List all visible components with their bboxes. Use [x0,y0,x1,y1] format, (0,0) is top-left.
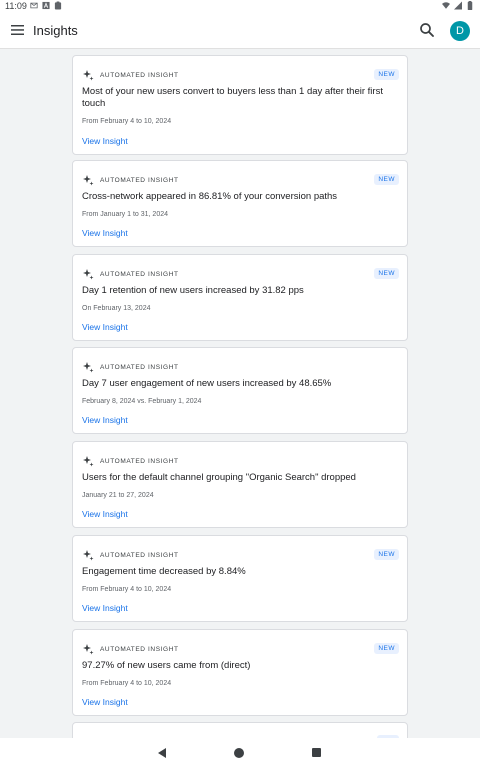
insight-title: Day 7 user engagement of new users incre… [82,378,332,389]
insight-card[interactable]: AUTOMATED INSIGHT NEW Day 1 retention of… [72,254,408,341]
insights-list[interactable]: AUTOMATED INSIGHT NEW Most of your new u… [0,49,480,738]
new-badge: NEW [374,643,399,654]
card-label: AUTOMATED INSIGHT [100,457,179,465]
new-badge: NEW [374,549,399,560]
card-label: AUTOMATED INSIGHT [100,270,179,278]
system-nav-bar [0,738,480,768]
view-insight-link[interactable]: View Insight [82,322,128,332]
card-label: AUTOMATED INSIGHT [100,551,179,559]
insight-date: From February 4 to 10, 2024 [82,586,172,593]
sparkle-icon [83,456,94,467]
insight-card[interactable]: AUTOMATED INSIGHT NEW Most of your new u… [72,55,408,155]
insight-card[interactable]: AUTOMATED INSIGHT NEW Cross-network appe… [72,160,408,247]
insight-date: On February 13, 2024 [82,305,151,312]
view-insight-link[interactable]: View Insight [82,415,128,425]
sparkle-icon [83,362,94,373]
insight-date: From February 4 to 10, 2024 [82,680,172,687]
signal-icon [454,1,462,10]
recents-icon[interactable] [312,748,321,757]
card-header: AUTOMATED INSIGHT [82,643,179,655]
status-time: 11:09 [5,1,27,11]
insight-title: Users for the default channel grouping "… [82,472,356,483]
card-label: AUTOMATED INSIGHT [100,363,179,371]
insight-card[interactable]: AUTOMATED INSIGHT NEW 97.27% of new user… [72,629,408,716]
hamburger-icon [10,25,24,35]
insight-date: From January 1 to 31, 2024 [82,211,168,218]
insight-title: Engagement time decreased by 8.84% [82,566,246,577]
search-icon[interactable] [418,21,436,39]
back-icon[interactable] [156,747,168,759]
new-badge: NEW [374,69,399,80]
sparkle-icon [83,550,94,561]
view-insight-link[interactable]: View Insight [82,228,128,238]
insight-date: January 21 to 27, 2024 [82,492,154,499]
view-insight-link[interactable]: View Insight [82,136,128,146]
battery-icon [467,1,473,10]
page-title: Insights [33,23,78,38]
status-icons-right [442,1,474,10]
insight-title: Day 1 retention of new users increased b… [82,285,304,296]
view-insight-link[interactable]: View Insight [82,697,128,707]
insight-title: Most of your new users convert to buyers… [82,86,383,109]
insight-card[interactable]: AUTOMATED INSIGHT Day 7 user engagement … [72,347,408,434]
app-bar: Insights D [0,13,480,49]
new-badge: NEW [374,268,399,279]
insight-title: Cross-network appeared in 86.81% of your… [82,191,338,202]
wifi-icon [442,2,450,9]
new-badge: NEW [374,174,399,185]
card-header: AUTOMATED INSIGHT [82,174,179,186]
card-label: AUTOMATED INSIGHT [100,176,179,184]
insight-card[interactable]: AUTOMATED INSIGHT Users for the default … [72,441,408,528]
insight-date: February 8, 2024 vs. February 1, 2024 [82,398,202,405]
card-header: AUTOMATED INSIGHT [82,549,179,561]
view-insight-link[interactable]: View Insight [82,603,128,613]
sparkle-icon [83,269,94,280]
insight-card[interactable]: AUTOMATED INSIGHT NEW Engagement time de… [72,535,408,622]
insight-title: 97.27% of new users came from (direct) [82,660,251,671]
insight-date: From February 4 to 10, 2024 [82,118,172,125]
card-label: AUTOMATED INSIGHT [100,71,179,79]
status-icons-left [30,1,62,10]
card-header: AUTOMATED INSIGHT [82,268,179,280]
home-icon[interactable] [234,748,244,758]
card-header: AUTOMATED INSIGHT [82,455,179,467]
card-header: AUTOMATED INSIGHT [82,69,179,81]
gmail-icon [30,2,38,9]
clipboard-icon [54,1,62,10]
sparkle-icon [83,175,94,186]
sparkle-icon [83,644,94,655]
a-icon [42,1,50,10]
view-insight-link[interactable]: View Insight [82,509,128,519]
card-header: AUTOMATED INSIGHT [82,361,179,373]
avatar[interactable]: D [450,21,470,41]
card-label: AUTOMATED INSIGHT [100,645,179,653]
menu-icon[interactable] [7,20,27,40]
status-bar: 11:09 [0,0,480,13]
sparkle-icon [83,70,94,81]
insight-card-partial[interactable] [72,722,408,738]
